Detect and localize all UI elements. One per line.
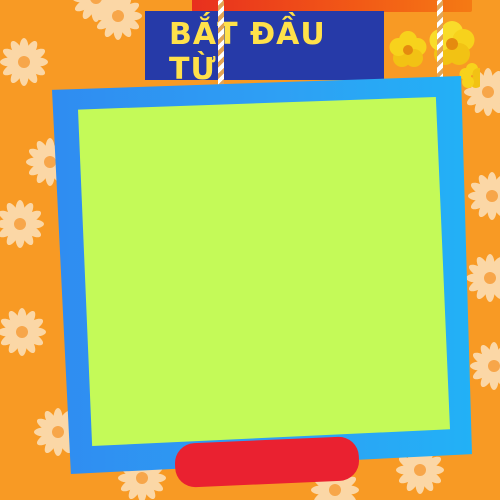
content-panel (78, 97, 450, 446)
daisy-flower-icon (468, 172, 500, 220)
title-board: BẮT ĐẦU TỪ (145, 11, 384, 87)
game-scene: BẮT ĐẦU TỪ (0, 0, 500, 500)
daisy-flower-icon (0, 308, 47, 356)
daisy-flower-icon (0, 200, 45, 248)
title-text: BẮT ĐẦU TỪ (169, 17, 326, 87)
daisy-flower-icon (470, 342, 500, 390)
daisy-flower-icon (466, 254, 500, 302)
hanging-rope-left (218, 0, 224, 90)
start-button[interactable] (174, 436, 360, 488)
hanging-rope-right (437, 0, 443, 88)
daisy-flower-icon (0, 38, 49, 86)
